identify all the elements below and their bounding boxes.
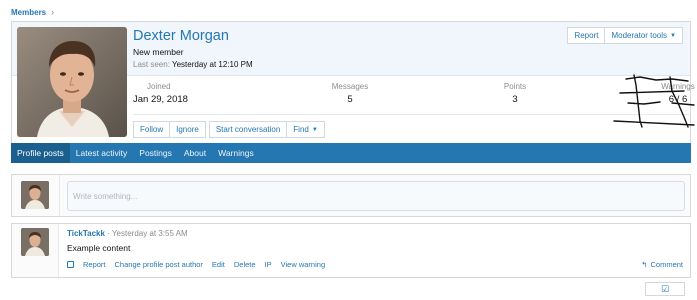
moderator-tools-label: Moderator tools (611, 31, 668, 40)
breadcrumb-members-link[interactable]: Members (11, 8, 46, 17)
stat-label: Joined (147, 82, 171, 91)
select-checkbox[interactable] (67, 261, 74, 268)
find-button[interactable]: Find ▼ (287, 121, 325, 138)
post-report-link[interactable]: Report (83, 260, 106, 269)
chevron-right-icon: › (51, 7, 55, 17)
stat-points[interactable]: Points 3 (500, 82, 530, 105)
avatar[interactable] (17, 27, 127, 137)
profile-post-input[interactable] (67, 181, 685, 211)
change-author-link[interactable]: Change profile post author (115, 260, 203, 269)
avatar[interactable] (21, 228, 49, 256)
stat-value: 3 (512, 94, 518, 105)
view-warning-link[interactable]: View warning (281, 260, 325, 269)
post-content: Example content (67, 243, 131, 253)
caret-down-icon: ▼ (311, 126, 318, 133)
avatar[interactable] (21, 181, 49, 209)
stat-value: Jan 29, 2018 (133, 94, 188, 105)
profile-tabs: Profile posts Latest activity Postings A… (11, 143, 691, 163)
find-label: Find (293, 125, 309, 134)
tab-warnings[interactable]: Warnings (212, 143, 260, 163)
member-stats: Joined Jan 29, 2018 Messages 5 Points 3 … (133, 82, 695, 112)
stat-label: Points (503, 82, 527, 91)
portrait-photo (21, 181, 49, 209)
member-tools: Report Moderator tools ▼ (567, 27, 683, 44)
comment-link[interactable]: ↰ Comment (641, 260, 683, 269)
member-last-seen: Last seen: Yesterday at 12:10 PM (133, 60, 253, 69)
comment-label: Comment (650, 260, 683, 269)
profile-post-header: TickTackk · Yesterday at 3:55 AM (67, 229, 188, 238)
post-actions: Report Change profile post author Edit D… (67, 260, 325, 269)
post-timestamp[interactable]: · Yesterday at 3:55 AM (107, 229, 188, 238)
follow-ignore-group: Follow Ignore (133, 121, 206, 138)
conversation-find-group: Start conversation Find ▼ (208, 121, 325, 138)
tab-about[interactable]: About (178, 143, 212, 163)
select-toggle-button[interactable]: ☑ (645, 282, 685, 296)
stat-value: 5 (347, 94, 353, 105)
last-seen-value: Yesterday at 12:10 PM (172, 60, 253, 69)
portrait-photo (21, 228, 49, 256)
member-name[interactable]: Dexter Morgan (133, 28, 229, 44)
divider (59, 175, 60, 216)
profile-post-composer (11, 174, 691, 217)
divider (133, 114, 689, 115)
member-header: Dexter Morgan New member Last seen: Yest… (11, 21, 695, 143)
start-conversation-button[interactable]: Start conversation (208, 121, 288, 138)
checkbox-checked-icon: ☑ (660, 283, 670, 294)
member-user-title: New member (133, 47, 184, 57)
last-seen-label: Last seen: (133, 60, 170, 69)
stat-joined: Joined Jan 29, 2018 (133, 82, 188, 105)
profile-post: TickTackk · Yesterday at 3:55 AM Example… (11, 223, 691, 278)
post-ip-link[interactable]: IP (265, 260, 272, 269)
portrait-photo (17, 27, 127, 137)
follow-button[interactable]: Follow (133, 121, 171, 138)
member-actions: Follow Ignore Start conversation Find ▼ (133, 121, 325, 138)
hand-drawn-annotation (613, 74, 695, 128)
post-edit-link[interactable]: Edit (212, 260, 225, 269)
reply-icon: ↰ (641, 260, 648, 269)
caret-down-icon: ▼ (670, 32, 676, 39)
tab-postings[interactable]: Postings (133, 143, 178, 163)
tab-profile-posts[interactable]: Profile posts (11, 143, 70, 163)
tab-latest-activity[interactable]: Latest activity (70, 143, 134, 163)
post-author-link[interactable]: TickTackk (67, 229, 105, 238)
stat-messages[interactable]: Messages 5 (325, 82, 375, 105)
breadcrumb: Members › (11, 7, 54, 17)
post-delete-link[interactable]: Delete (234, 260, 256, 269)
report-button[interactable]: Report (567, 27, 606, 44)
moderator-tools-button[interactable]: Moderator tools ▼ (605, 27, 683, 44)
stat-label: Messages (331, 82, 369, 91)
ignore-button[interactable]: Ignore (170, 121, 206, 138)
